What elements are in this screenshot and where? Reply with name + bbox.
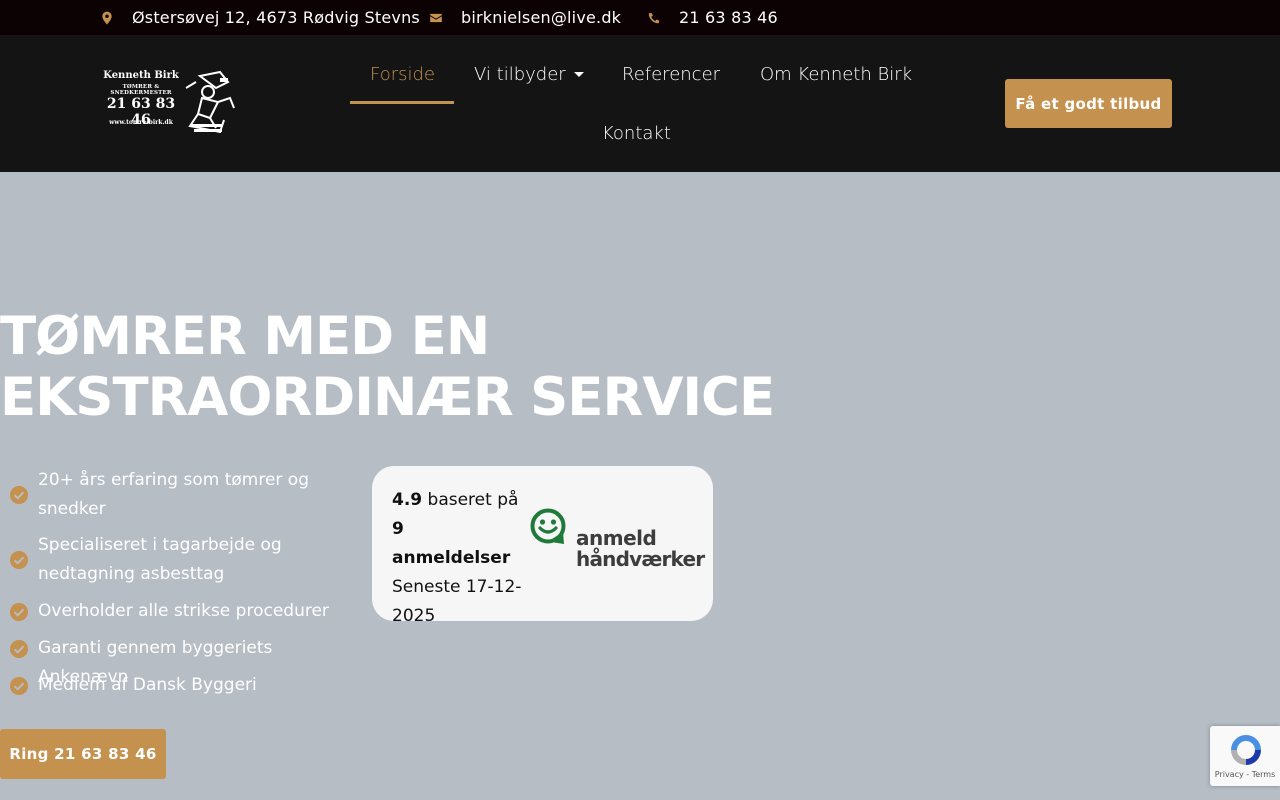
review-summary: 4.9 baseret på 9 anmeldelser Seneste 17-…: [392, 486, 522, 631]
review-widget[interactable]: 4.9 baseret på 9 anmeldelser Seneste 17-…: [372, 466, 713, 626]
address-info[interactable]: Østersøvej 12, 4673 Rødvig Stevns: [100, 0, 420, 35]
review-count: 9 anmeldelser: [392, 519, 511, 568]
nav-kontakt[interactable]: Kontakt: [602, 118, 671, 148]
site-header: Kenneth Birk TØMRER & SNEDKERMESTER 21 6…: [0, 35, 1280, 172]
nav-active-underline: [350, 101, 454, 104]
anmeld-handvaerker-logo[interactable]: anmeld håndværker: [530, 508, 705, 571]
check-circle-icon: [10, 677, 28, 695]
phone-info[interactable]: 21 63 83 46: [647, 0, 778, 35]
feature-text: Medlem af Dansk Byggeri: [38, 675, 257, 695]
check-circle-icon: [10, 640, 28, 658]
feature-text: 20+ års erfaring som tømrer og snedker: [38, 470, 309, 519]
hero-title-line-1: TØMRER MED EN: [0, 306, 490, 367]
check-circle-icon: [10, 551, 28, 569]
logo-url: www.tomre-birk.dk: [109, 119, 173, 126]
email-info[interactable]: birknielsen@live.dk: [429, 0, 621, 35]
check-circle-icon: [10, 603, 28, 621]
nav-vi-tilbyder[interactable]: Vi tilbyder: [474, 59, 584, 89]
carpenter-figure-icon: [185, 70, 235, 134]
get-quote-button[interactable]: Få et godt tilbud: [1005, 79, 1172, 128]
nav-vi-tilbyder-label: Vi tilbyder: [474, 63, 566, 85]
review-latest: Seneste 17-12-2025: [392, 577, 522, 626]
nav-referencer[interactable]: Referencer: [622, 59, 720, 89]
nav-forside[interactable]: Forside: [370, 59, 435, 89]
phone-text: 21 63 83 46: [679, 8, 778, 27]
map-marker-icon: [102, 11, 112, 24]
hero-title: TØMRER MED EN EKSTRAORDINÆR SERVICE: [0, 306, 775, 428]
check-circle-icon: [10, 486, 28, 504]
brand-line-2: håndværker: [576, 547, 705, 571]
smiley-icon: [530, 508, 566, 544]
call-button[interactable]: Ring 21 63 83 46: [0, 729, 166, 779]
phone-icon: [648, 12, 660, 23]
recaptcha-icon: [1231, 735, 1261, 765]
logo-name: Kenneth Birk: [103, 70, 179, 81]
hero-title-line-2: EKSTRAORDINÆR SERVICE: [0, 367, 775, 428]
feature-text: Specialiseret i tagarbejde og nedtagning…: [38, 535, 282, 584]
feature-text: Overholder alle strikse procedurer: [38, 601, 329, 621]
recaptcha-badge[interactable]: Privacy - Terms: [1210, 726, 1280, 786]
top-info-bar: Østersøvej 12, 4673 Rødvig Stevns birkni…: [0, 0, 1280, 35]
nav-om-kenneth-birk[interactable]: Om Kenneth Birk: [760, 59, 912, 89]
caret-down-icon: [573, 72, 584, 77]
address-text: Østersøvej 12, 4673 Rødvig Stevns: [132, 8, 420, 27]
logo[interactable]: Kenneth Birk TØMRER & SNEDKERMESTER 21 6…: [100, 68, 238, 136]
logo-subtitle: TØMRER & SNEDKERMESTER: [110, 84, 172, 96]
email-text: birknielsen@live.dk: [461, 8, 622, 27]
review-rating: 4.9: [392, 490, 423, 510]
review-based-on: baseret på: [427, 490, 519, 510]
envelope-icon: [430, 13, 442, 22]
recaptcha-links[interactable]: Privacy - Terms: [1210, 770, 1280, 779]
